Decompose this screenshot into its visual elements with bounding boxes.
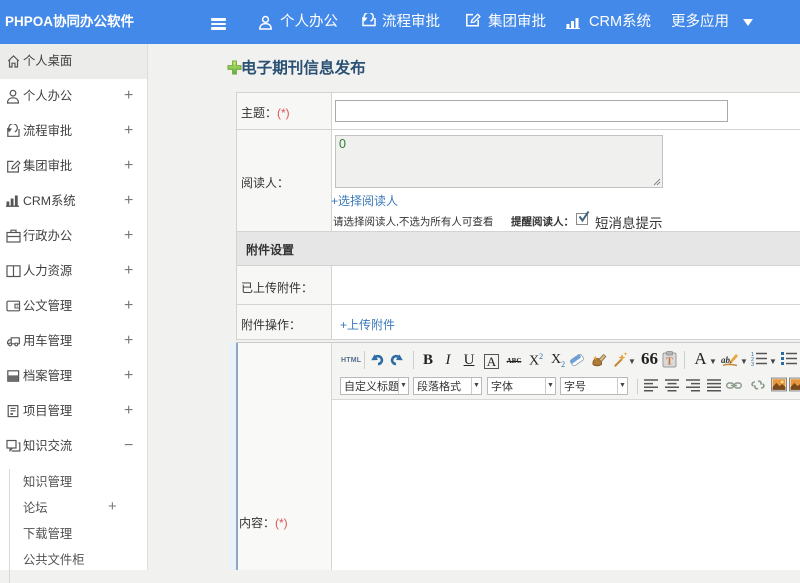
svg-text:3: 3: [751, 362, 754, 366]
svg-text:ab: ab: [721, 355, 731, 365]
svg-text:T: T: [666, 357, 673, 368]
